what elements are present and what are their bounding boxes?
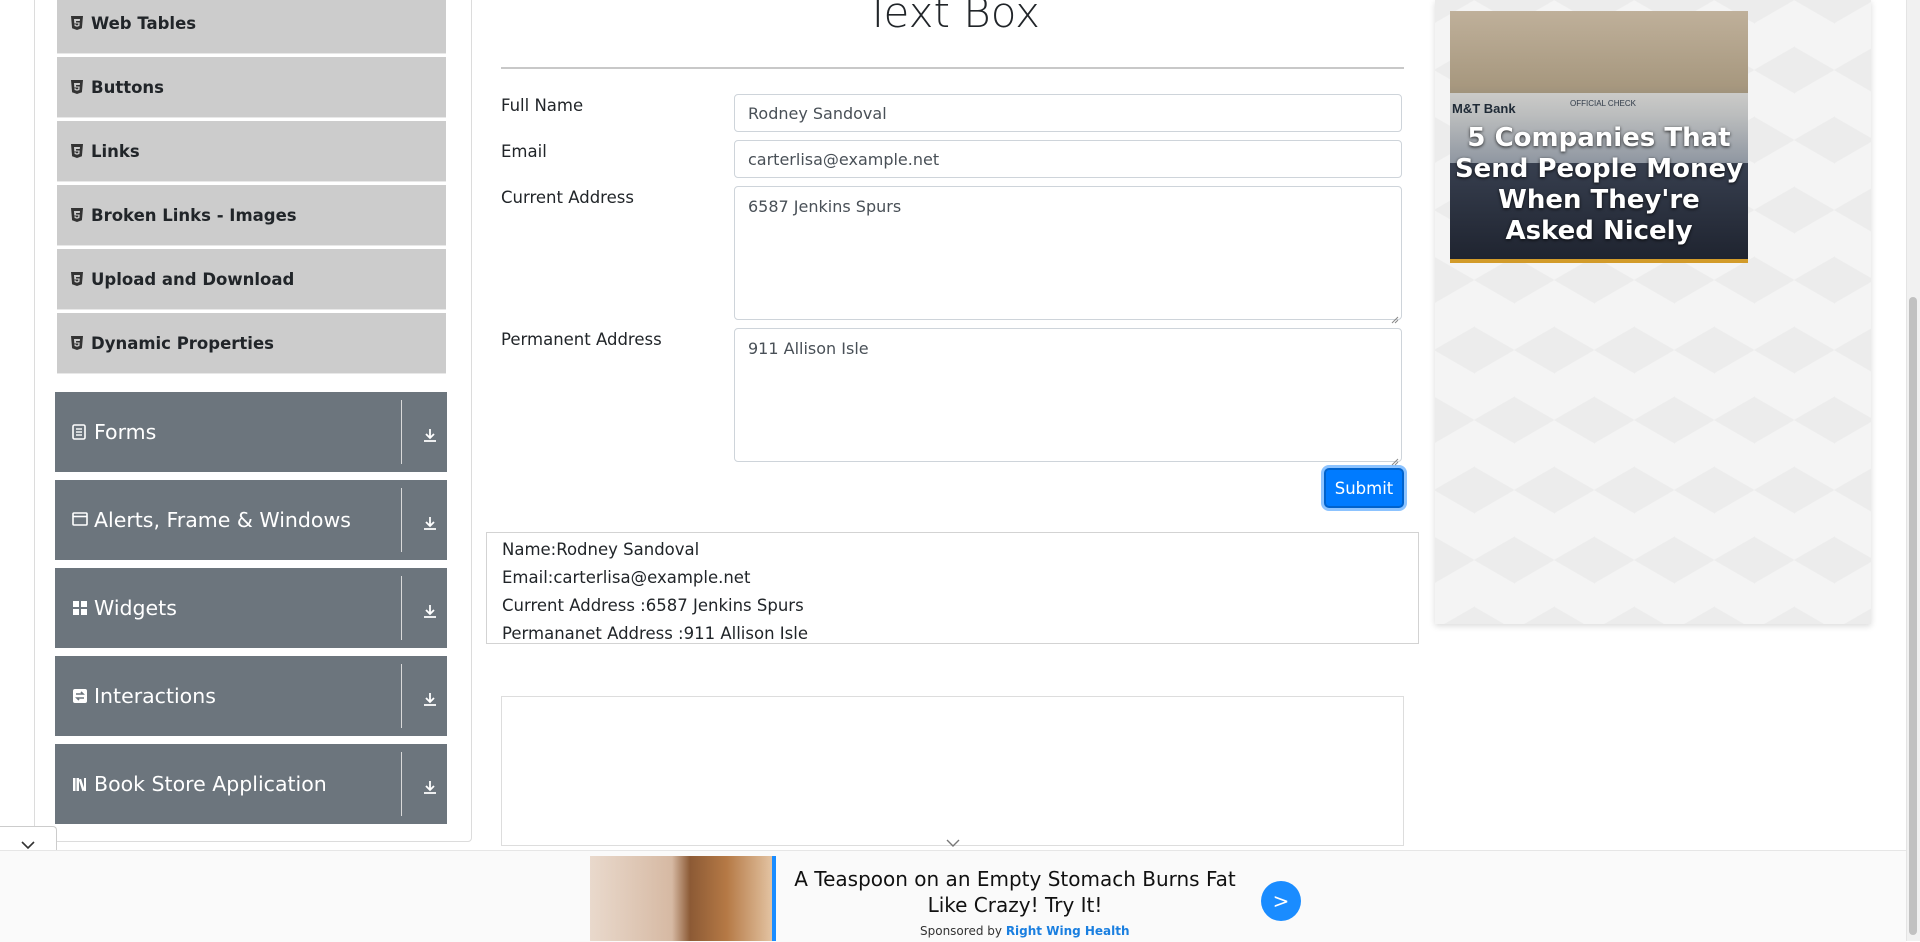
divider [401, 576, 402, 640]
divider [401, 664, 402, 728]
ad-placeholder-box [501, 696, 1404, 847]
download-icon[interactable] [422, 424, 438, 442]
right-ad-banner[interactable]: M&T Bank OFFICIAL CHECK 5 Companies That… [1450, 11, 1748, 263]
sidebar-item-label: Buttons [91, 77, 165, 97]
output-box: Name:Rodney Sandoval Email:carterlisa@ex… [486, 532, 1419, 644]
sidebar-item-label: Dynamic Properties [91, 333, 274, 353]
current-address-label: Current Address [501, 188, 634, 207]
full-name-label: Full Name [501, 96, 584, 115]
permanent-address-label: Permanent Address [501, 330, 662, 349]
widgets-icon [72, 600, 88, 616]
resize-handle-icon[interactable] [1391, 309, 1399, 324]
sidebar-item-dynamic-properties[interactable]: Dynamic Properties [57, 313, 446, 374]
group-header-label: Widgets [94, 596, 177, 620]
check-label: OFFICIAL CHECK [1570, 99, 1636, 108]
sidebar-item-upload-download[interactable]: Upload and Download [57, 249, 446, 310]
right-ad-headline: 5 Companies That Send People Money When … [1454, 123, 1744, 246]
bottom-ad-headline[interactable]: A Teaspoon on an Empty Stomach Burns Fat… [780, 866, 1250, 918]
html5-icon [71, 208, 83, 222]
group-header-label: Interactions [94, 684, 216, 708]
sponsor-name[interactable]: Right Wing Health [1006, 924, 1130, 938]
group-header-label: Forms [94, 420, 157, 444]
group-header-alerts[interactable]: Alerts, Frame & Windows [55, 480, 447, 560]
sidebar-item-buttons[interactable]: Buttons [57, 57, 446, 118]
resize-handle-icon[interactable] [1391, 451, 1399, 466]
html5-icon [71, 80, 83, 94]
sidebar-item-label: Web Tables [91, 13, 197, 33]
group-header-book-store[interactable]: Book Store Application [55, 744, 447, 824]
full-name-input[interactable] [734, 94, 1402, 132]
html5-icon [71, 336, 83, 350]
current-address-value: 6587 Jenkins Spurs [748, 197, 902, 216]
divider [401, 488, 402, 552]
ad-accent-bar [772, 856, 776, 941]
divider [401, 400, 402, 464]
title-divider [501, 67, 1404, 69]
scrollbar-thumb[interactable] [1909, 297, 1917, 935]
sidebar-item-label: Upload and Download [91, 269, 295, 289]
form-icon [72, 424, 88, 440]
sidebar-item-label: Links [91, 141, 140, 161]
group-header-forms[interactable]: Forms [55, 392, 447, 472]
output-name: Name:Rodney Sandoval [502, 540, 700, 559]
email-input[interactable] [734, 140, 1402, 178]
output-permanent-address: Permananet Address :911 Allison Isle [502, 624, 808, 643]
permanent-address-value: 911 Allison Isle [748, 339, 869, 358]
sidebar-item-web-tables[interactable]: Web Tables [57, 0, 446, 54]
bank-name: M&T Bank [1452, 101, 1516, 116]
download-icon[interactable] [422, 512, 438, 530]
output-email: Email:carterlisa@example.net [502, 568, 751, 587]
html5-icon [71, 144, 83, 158]
permanent-address-textarea[interactable]: 911 Allison Isle [734, 328, 1402, 466]
ad-go-button[interactable]: > [1261, 881, 1301, 921]
sidebar-item-label: Broken Links - Images [91, 205, 297, 225]
email-label: Email [501, 142, 547, 161]
group-header-label: Alerts, Frame & Windows [94, 508, 351, 532]
html5-icon [71, 16, 83, 30]
html5-icon [71, 272, 83, 286]
group-header-interactions[interactable]: Interactions [55, 656, 447, 736]
page-title: Text Box [864, 0, 1041, 37]
sponsor-prefix: Sponsored by [920, 924, 1002, 938]
group-header-label: Book Store Application [94, 772, 327, 796]
download-icon[interactable] [422, 688, 438, 706]
group-header-widgets[interactable]: Widgets [55, 568, 447, 648]
output-current-address: Current Address :6587 Jenkins Spurs [502, 596, 804, 615]
download-icon[interactable] [422, 776, 438, 794]
books-icon [72, 776, 88, 792]
divider [401, 752, 402, 816]
bottom-ad-image[interactable] [590, 856, 772, 941]
sidebar-item-broken-links[interactable]: Broken Links - Images [57, 185, 446, 246]
submit-button[interactable]: Submit [1324, 468, 1404, 508]
sponsor-line: Sponsored by Right Wing Health [920, 924, 1130, 938]
sidebar-item-links[interactable]: Links [57, 121, 446, 182]
current-address-textarea[interactable]: 6587 Jenkins Spurs [734, 186, 1402, 324]
download-icon[interactable] [422, 600, 438, 618]
window-icon [72, 512, 88, 528]
interactions-icon [72, 688, 88, 704]
